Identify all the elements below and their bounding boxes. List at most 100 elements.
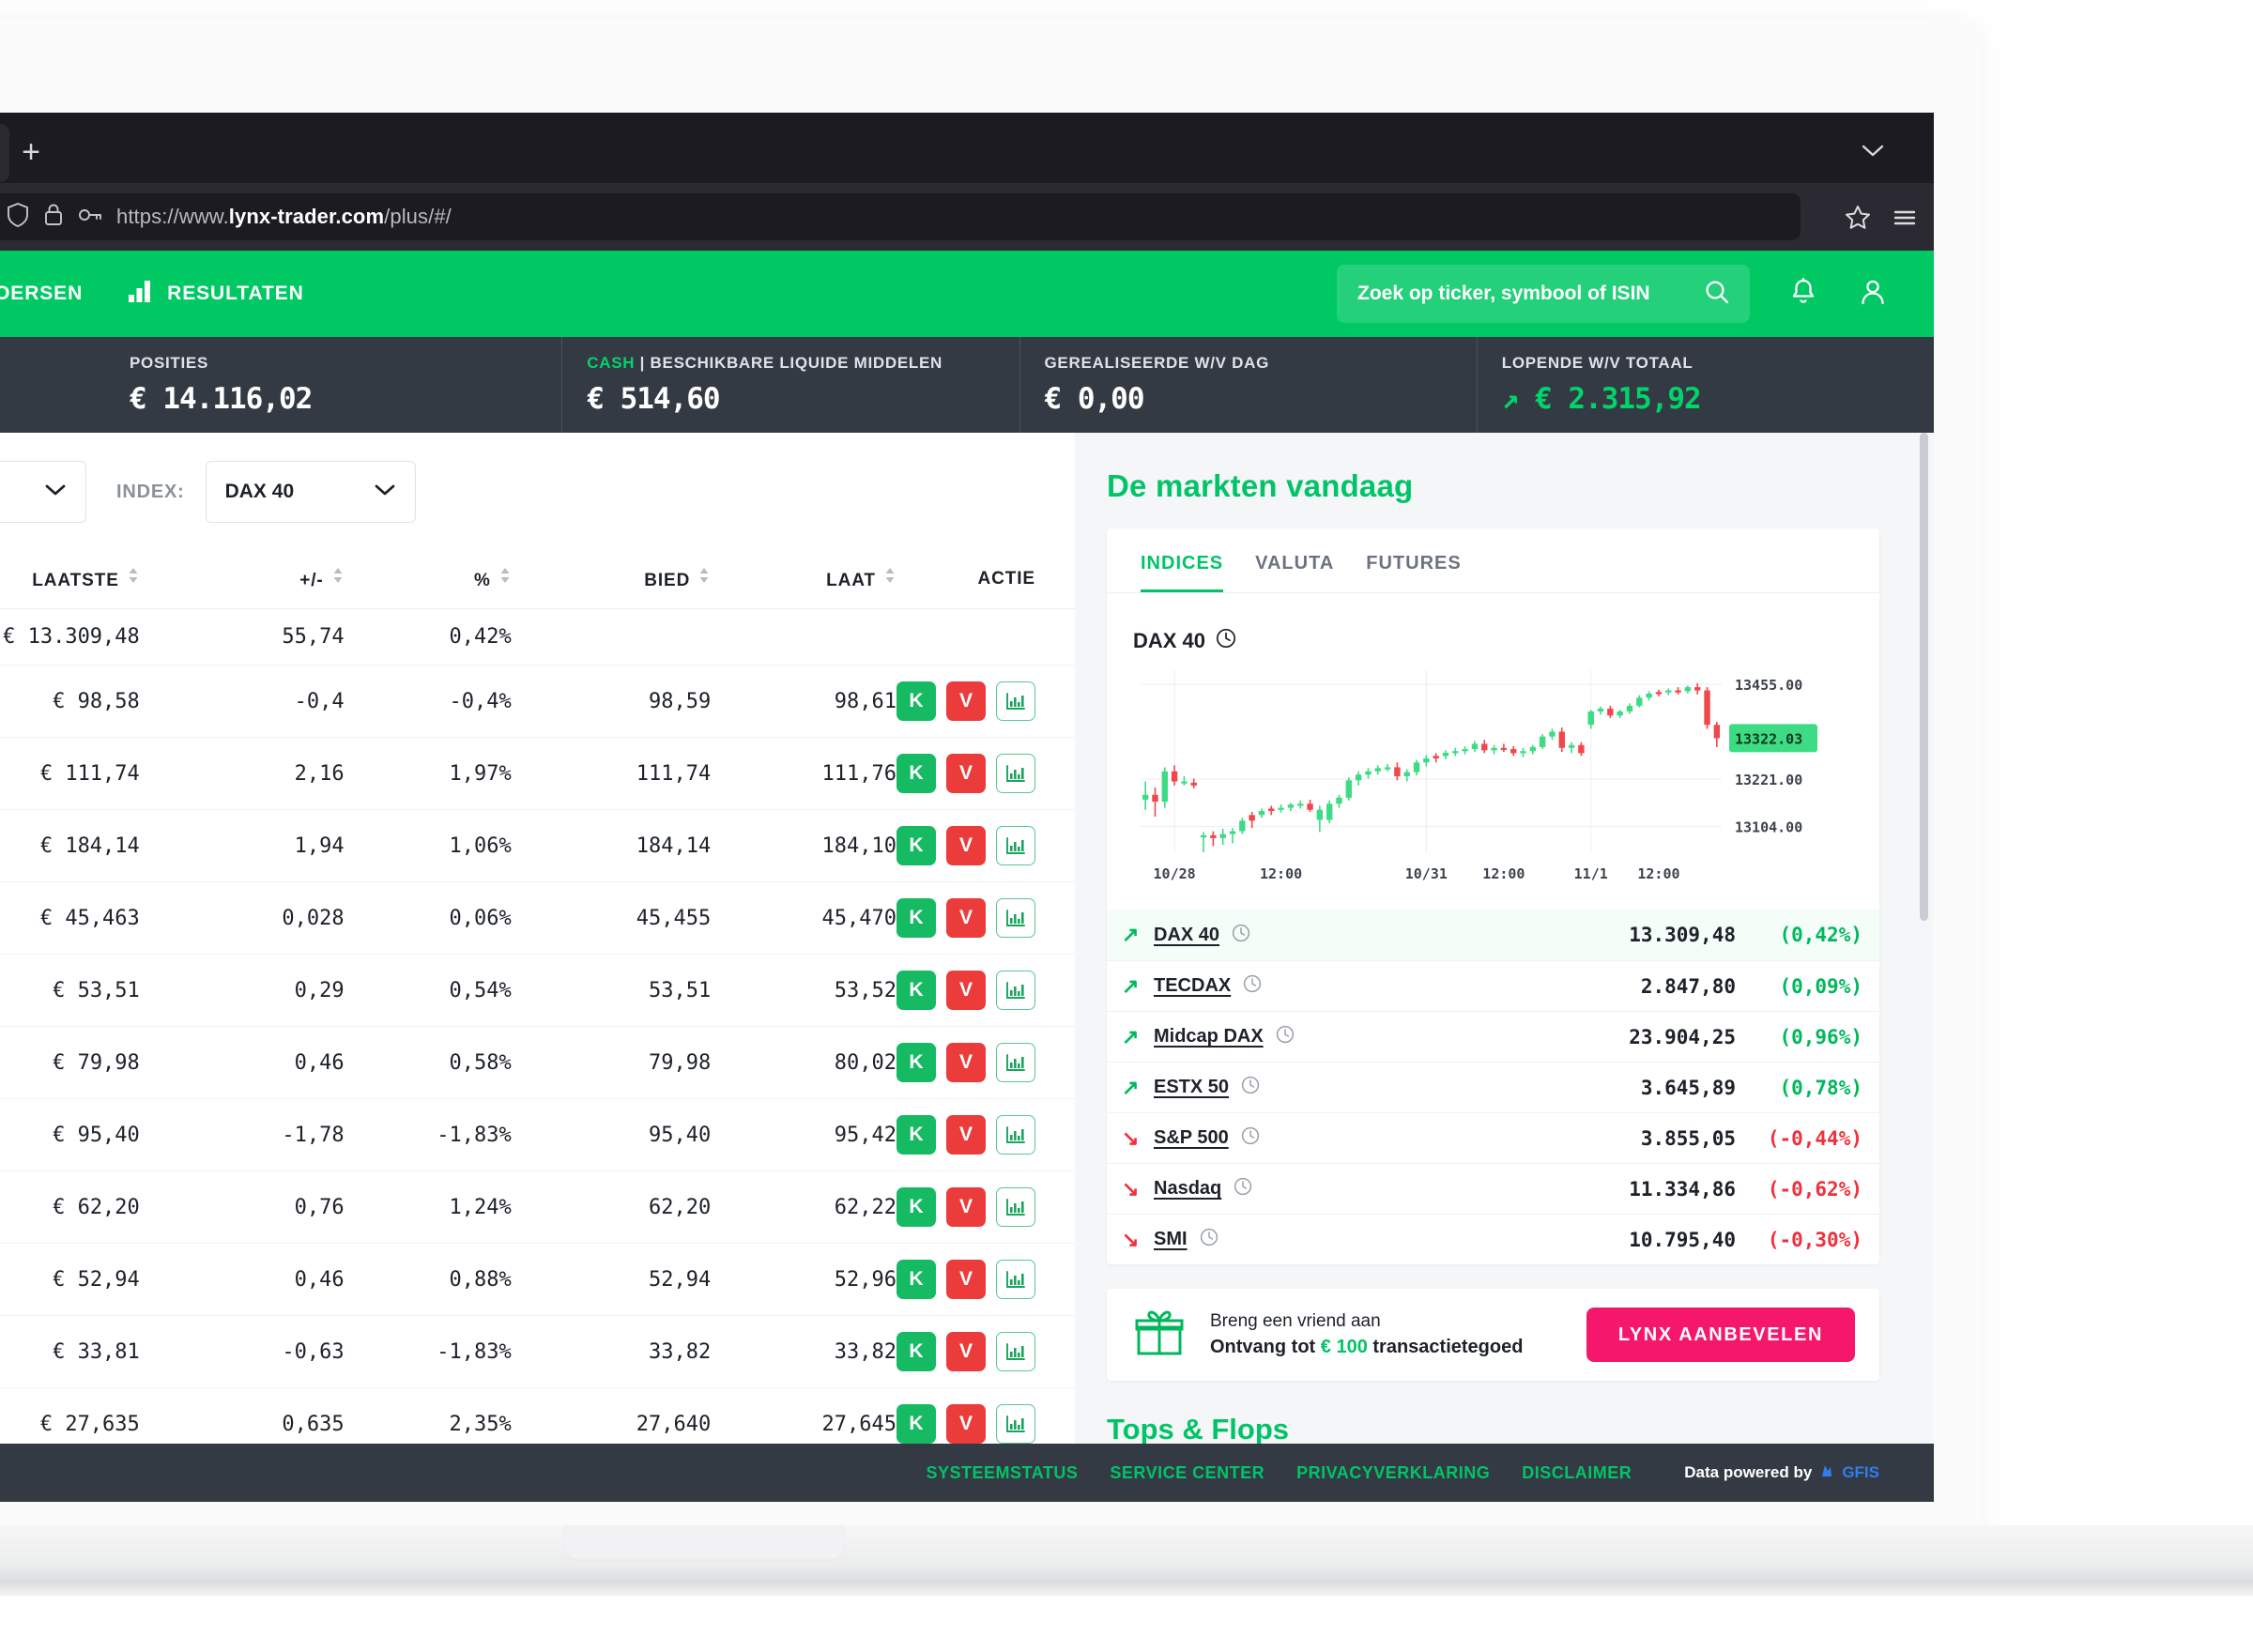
index-row[interactable]: ↗ ESTX 50 3.645,89 (0,78%) (1107, 1062, 1879, 1112)
buy-button[interactable]: K (897, 1115, 936, 1155)
sell-button[interactable]: V (946, 1260, 986, 1299)
user-icon[interactable] (1857, 276, 1889, 313)
tab-valuta[interactable]: VALUTA (1255, 553, 1334, 592)
sort-icon[interactable] (498, 566, 512, 590)
buy-button[interactable]: K (897, 971, 936, 1010)
sell-button[interactable]: V (946, 1043, 986, 1082)
sell-button[interactable]: V (946, 681, 986, 721)
search-input[interactable] (1357, 283, 1694, 305)
sell-button[interactable]: V (946, 754, 986, 793)
cell-change: 0,46 (176, 1026, 345, 1099)
index-row[interactable]: ↗ TECDAX 2.847,80 (0,09%) (1107, 960, 1879, 1011)
buy-button[interactable]: K (897, 898, 936, 938)
buy-button[interactable]: K (897, 826, 936, 865)
table-row[interactable]: € 111,74 2,16 1,97% 111,74 111,76 K V (0, 737, 1075, 810)
search-icon[interactable] (1703, 278, 1731, 311)
sell-button[interactable]: V (946, 1404, 986, 1444)
hamburger-menu-icon[interactable] (1891, 204, 1919, 237)
chart-icon[interactable] (996, 826, 1035, 865)
index-row[interactable]: ↗ DAX 40 13.309,48 (0,42%) (1107, 910, 1879, 960)
footer-link-disclaimer[interactable]: DISCLAIMER (1522, 1463, 1632, 1483)
key-icon[interactable] (77, 204, 103, 231)
index-name[interactable]: S&P 500 (1154, 1127, 1229, 1149)
index-row[interactable]: ↘ S&P 500 3.855,05 (-0,44%) (1107, 1112, 1879, 1163)
chart-icon[interactable] (996, 1043, 1035, 1082)
bookmark-star-icon[interactable] (1844, 204, 1872, 237)
table-row[interactable]: € 184,14 1,94 1,06% 184,14 184,10 K V (0, 809, 1075, 882)
index-name[interactable]: SMI (1154, 1229, 1188, 1250)
index-name[interactable]: ESTX 50 (1154, 1077, 1229, 1098)
svg-text:10/28: 10/28 (1154, 865, 1196, 882)
col-change[interactable]: +/- (176, 549, 345, 609)
chart-icon[interactable] (996, 681, 1035, 721)
chevron-down-icon[interactable] (1859, 137, 1887, 166)
col-laat[interactable]: LAAT (711, 549, 897, 609)
buy-button[interactable]: K (897, 1332, 936, 1371)
table-row[interactable]: € 33,81 -0,63 -1,83% 33,82 33,82 K V (0, 1315, 1075, 1388)
footer-link-privacyverklaring[interactable]: PRIVACYVERKLARING (1296, 1463, 1490, 1483)
sell-button[interactable]: V (946, 1115, 986, 1155)
buy-button[interactable]: K (897, 1404, 936, 1444)
table-row[interactable]: € 52,94 0,46 0,88% 52,94 52,96 K V (0, 1243, 1075, 1316)
index-row[interactable]: ↗ Midcap DAX 23.904,25 (0,96%) (1107, 1011, 1879, 1062)
chart-icon[interactable] (996, 1332, 1035, 1371)
search-box[interactable] (1337, 265, 1750, 323)
sell-button[interactable]: V (946, 898, 986, 938)
watchlist-select[interactable] (0, 461, 86, 523)
sell-button[interactable]: V (946, 1332, 986, 1371)
nav-item-koersen[interactable]: KOERSEN (0, 277, 83, 311)
chart-icon[interactable] (996, 1187, 1035, 1227)
col-laatste[interactable]: LAATSTE (0, 549, 177, 609)
sort-icon[interactable] (697, 566, 711, 590)
table-row[interactable]: € 98,58 -0,4 -0,4% 98,59 98,61 K V (0, 665, 1075, 738)
sell-button[interactable]: V (946, 1187, 986, 1227)
table-row[interactable]: € 45,463 0,028 0,06% 45,455 45,470 K V (0, 881, 1075, 955)
buy-button[interactable]: K (897, 1260, 936, 1299)
footer-link-systeemstatus[interactable]: SYSTEEMSTATUS (927, 1463, 1079, 1483)
lock-icon[interactable] (43, 202, 64, 233)
chart-icon[interactable] (996, 1260, 1035, 1299)
sell-button[interactable]: V (946, 826, 986, 865)
index-name[interactable]: Midcap DAX (1154, 1026, 1264, 1048)
index-name[interactable]: DAX 40 (1154, 925, 1219, 946)
chart-icon[interactable] (996, 898, 1035, 938)
table-row[interactable]: € 62,20 0,76 1,24% 62,20 62,22 K V (0, 1170, 1075, 1244)
lynx-aanbevelen-button[interactable]: LYNX AANBEVELEN (1586, 1308, 1855, 1362)
index-select[interactable]: DAX 40 (205, 461, 416, 523)
table-row[interactable]: € 95,40 -1,78 -1,83% 95,40 95,42 K V (0, 1098, 1075, 1171)
chart-icon[interactable] (996, 754, 1035, 793)
buy-button[interactable]: K (897, 754, 936, 793)
footer-link-service-center[interactable]: SERVICE CENTER (1110, 1463, 1264, 1483)
chart-icon[interactable] (996, 1115, 1035, 1155)
col-percent[interactable]: % (344, 549, 512, 609)
url-text[interactable]: https://www.lynx-trader.com/plus/#/ (116, 205, 452, 229)
index-row[interactable]: ↘ Nasdaq 11.334,86 (-0,62%) (1107, 1163, 1879, 1214)
new-tab-button[interactable]: + (11, 133, 51, 173)
table-row[interactable]: € 79,98 0,46 0,58% 79,98 80,02 K V (0, 1026, 1075, 1099)
tab-futures[interactable]: FUTURES (1366, 553, 1461, 592)
sort-icon[interactable] (127, 566, 140, 590)
nav-item-resultaten[interactable]: RESULTATEN (126, 277, 304, 311)
chart-icon[interactable] (996, 971, 1035, 1010)
bell-icon[interactable] (1787, 276, 1819, 313)
chart-icon[interactable] (996, 1404, 1035, 1444)
buy-button[interactable]: K (897, 1187, 936, 1227)
index-name[interactable]: TECDAX (1154, 975, 1231, 997)
browser-tab[interactable]: × (0, 124, 9, 182)
shield-icon[interactable] (6, 202, 30, 233)
price-chart[interactable]: DAX 40 13455.00 13221.00 13104.00 13322.03 1… (1107, 610, 1879, 904)
chart-canvas[interactable]: 13455.00 13221.00 13104.00 13322.03 10/28 12:… (1133, 657, 1866, 896)
table-row[interactable]: € 53,51 0,29 0,54% 53,51 53,52 K V (0, 954, 1075, 1027)
sort-icon[interactable] (883, 566, 897, 590)
table-row[interactable]: € 13.309,48 55,74 0,42% (0, 608, 1075, 665)
buy-button[interactable]: K (897, 1043, 936, 1082)
scrollbar-thumb[interactable] (1920, 433, 1928, 921)
sell-button[interactable]: V (946, 971, 986, 1010)
index-name[interactable]: Nasdaq (1154, 1178, 1221, 1200)
buy-button[interactable]: K (897, 681, 936, 721)
col-bied[interactable]: BIED (511, 549, 712, 609)
sort-icon[interactable] (331, 566, 345, 590)
tab-indices[interactable]: INDICES (1141, 553, 1224, 592)
url-bar[interactable]: https://www.lynx-trader.com/plus/#/ (0, 193, 1801, 240)
index-row[interactable]: ↘ SMI 10.795,40 (-0,30%) (1107, 1214, 1879, 1264)
